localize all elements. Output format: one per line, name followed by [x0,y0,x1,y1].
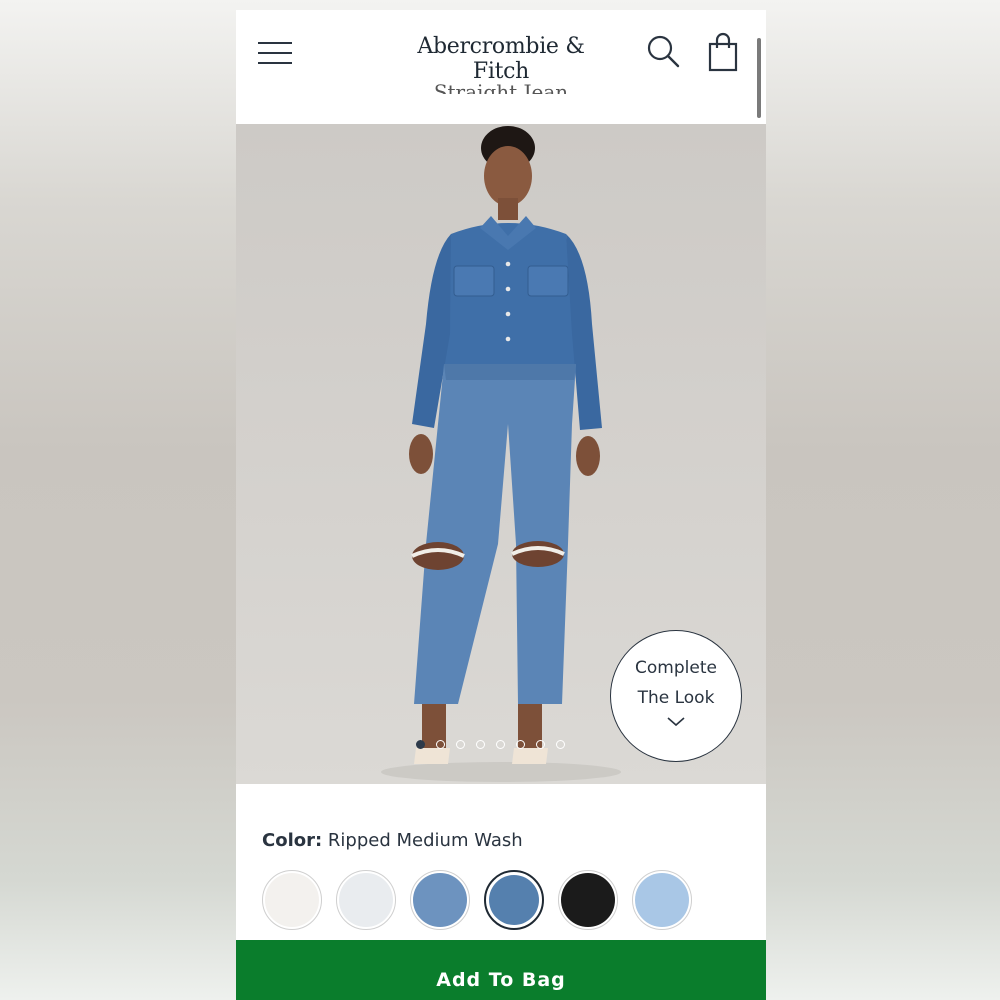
carousel-dot[interactable] [556,740,565,749]
page-scrollbar[interactable] [757,38,761,118]
carousel-dot[interactable] [456,740,465,749]
carousel-dot[interactable] [516,740,525,749]
carousel-dot[interactable] [436,740,445,749]
carousel-dots [416,740,565,754]
shopping-bag-icon[interactable] [706,32,740,72]
carousel-dot[interactable] [476,740,485,749]
color-value: Ripped Medium Wash [327,830,523,851]
search-icon[interactable] [646,34,680,68]
color-swatch-light-grey[interactable] [336,870,396,930]
color-swatch-light-wash[interactable] [632,870,692,930]
color-swatch-black[interactable] [558,870,618,930]
product-title-peek: Straight Jean [433,80,569,94]
color-swatch-white[interactable] [262,870,322,930]
phone-screen: Abercrombie & Fitch Straight Jean Comple… [236,10,766,1000]
site-header: Abercrombie & Fitch Straight Jean [236,10,766,124]
swatch-fill [265,873,319,927]
color-swatches [262,870,692,930]
color-label: Color: [262,830,323,851]
complete-look-label-2: The Look [637,688,715,708]
complete-the-look-button[interactable]: Complete The Look [610,630,742,762]
swatch-fill [635,873,689,927]
carousel-dot[interactable] [496,740,505,749]
menu-icon[interactable] [258,40,294,66]
add-to-bag-button[interactable]: Add To Bag [236,940,766,1000]
carousel-dot[interactable] [416,740,425,749]
carousel-dot[interactable] [536,740,545,749]
color-selector-label: Color: Ripped Medium Wash [262,830,523,851]
complete-look-label-1: Complete [635,658,717,678]
swatch-fill [413,873,467,927]
swatch-fill [489,875,539,925]
color-swatch-ripped-medium-wash[interactable] [484,870,544,930]
swatch-fill [561,873,615,927]
swatch-fill [339,873,393,927]
chevron-down-icon [667,717,685,727]
color-swatch-ripped-medium-light-wash[interactable] [410,870,470,930]
